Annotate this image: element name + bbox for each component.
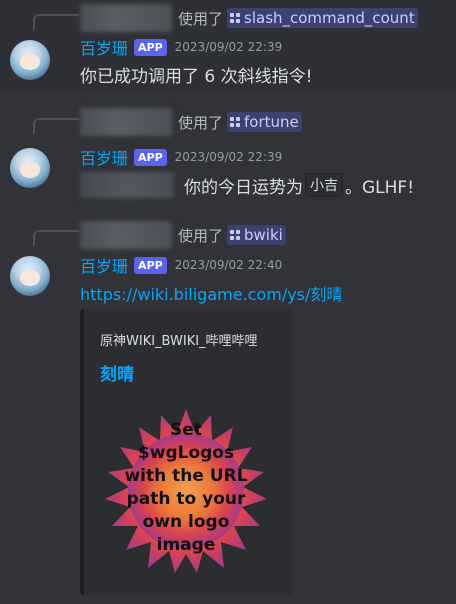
message-header: 百岁珊 APP 2023/09/02 22:39 xyxy=(80,146,282,168)
message-header: 百岁珊 APP 2023/09/02 22:40 xyxy=(80,254,282,276)
slash-command-icon xyxy=(230,230,241,240)
redacted-username[interactable] xyxy=(80,221,172,249)
embed-thumbnail[interactable]: Set $wgLogos with the URL path to your o… xyxy=(104,409,268,573)
fortune-result-code: 小吉 xyxy=(305,173,343,197)
message-content: 你已成功调用了 6 次斜线指令! xyxy=(80,62,312,87)
timestamp[interactable]: 2023/09/02 22:39 xyxy=(175,40,283,54)
reply-connector xyxy=(33,14,79,30)
avatar[interactable] xyxy=(10,256,50,296)
command-name: bwiki xyxy=(244,226,283,244)
invoked-label: 使用了 xyxy=(178,9,224,28)
message: 使用了 slash_command_count 百岁珊 APP 2023/09/… xyxy=(0,0,456,94)
username[interactable]: 百岁珊 xyxy=(80,253,128,277)
timestamp[interactable]: 2023/09/02 22:39 xyxy=(175,150,283,164)
username[interactable]: 百岁珊 xyxy=(80,35,128,59)
slash-command-icon xyxy=(230,117,241,127)
message-header: 百岁珊 APP 2023/09/02 22:39 xyxy=(80,36,282,58)
command-invocation: 使用了 slash_command_count xyxy=(80,4,418,32)
message-text-prefix: 你的今日运势为 xyxy=(184,177,303,198)
username[interactable]: 百岁珊 xyxy=(80,145,128,169)
thumbnail-caption: Set $wgLogos with the URL path to your o… xyxy=(124,420,248,555)
slash-command-icon xyxy=(230,13,241,23)
message-content: 你的今日运势为 小吉 。GLHF! xyxy=(80,172,414,198)
command-invocation: 使用了 fortune xyxy=(80,108,302,136)
app-badge: APP xyxy=(134,256,167,274)
command-name: fortune xyxy=(244,113,299,131)
avatar[interactable] xyxy=(10,40,50,80)
wiki-link[interactable]: https://wiki.biligame.com/ys/刻晴 xyxy=(80,281,342,305)
command-invocation: 使用了 bwiki xyxy=(80,221,286,249)
command-chip[interactable]: bwiki xyxy=(227,225,286,245)
reply-connector xyxy=(33,118,79,134)
message-text: 你已成功调用了 6 次斜线指令! xyxy=(80,67,313,87)
message-text-suffix: 。GLHF! xyxy=(345,177,415,198)
invoked-label: 使用了 xyxy=(178,113,224,132)
command-name: slash_command_count xyxy=(244,9,415,27)
command-chip[interactable]: fortune xyxy=(227,112,302,132)
invoked-label: 使用了 xyxy=(178,226,224,245)
redacted-mention[interactable] xyxy=(80,172,174,198)
embed-title[interactable]: 刻晴 xyxy=(100,360,134,385)
redacted-username[interactable] xyxy=(80,4,172,32)
app-badge: APP xyxy=(134,38,167,56)
link-embed: 原神WIKI_BWIKI_哔哩哔哩 刻晴 Set $wgLogos with t… xyxy=(80,309,292,595)
reply-connector xyxy=(33,230,79,246)
avatar[interactable] xyxy=(10,148,50,188)
embed-provider[interactable]: 原神WIKI_BWIKI_哔哩哔哩 xyxy=(100,330,258,349)
command-chip[interactable]: slash_command_count xyxy=(227,8,418,28)
app-badge: APP xyxy=(134,148,167,166)
timestamp[interactable]: 2023/09/02 22:40 xyxy=(175,258,283,272)
redacted-username[interactable] xyxy=(80,108,172,136)
